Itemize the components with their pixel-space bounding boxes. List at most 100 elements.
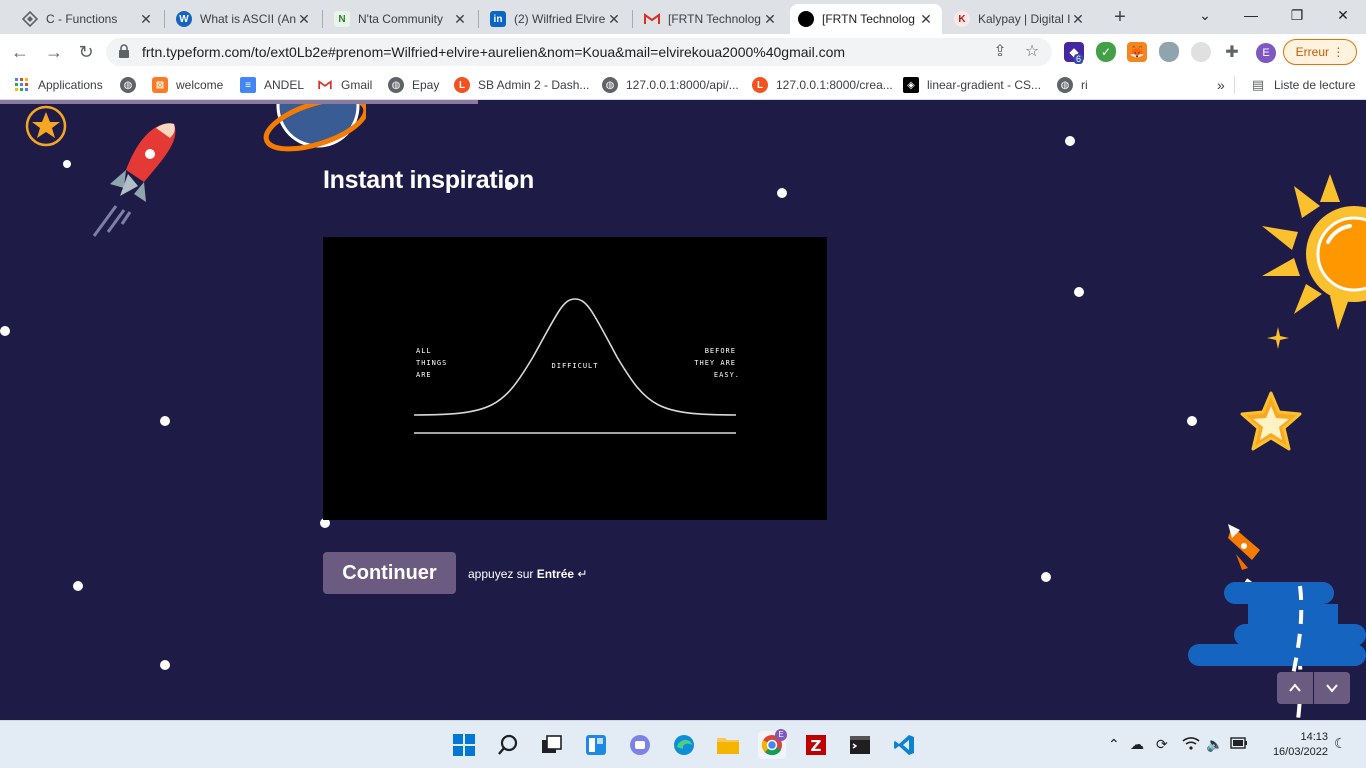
bookmark-applications[interactable]: Applications [14,76,103,94]
bookmark-divider [1234,76,1235,94]
bookmark-label: 127.0.0.1:8000/crea... [776,78,893,92]
tab-gmail-frtn[interactable]: [FRTN Technolog ✕ [636,4,786,34]
maximize-icon[interactable]: ❐ [1282,4,1312,28]
error-button[interactable]: Erreur ⋮ [1283,39,1357,65]
extensions-puzzle-icon[interactable]: ✚ [1222,42,1242,62]
tab-kalypay[interactable]: K Kalypay | Digital I ✕ [946,4,1094,34]
bookmark-epay[interactable]: ◍ Epay [388,76,439,94]
forward-icon[interactable]: → [42,40,66,64]
typeform-page: Instant inspiration ALL THINGS ARE DIFFI… [0,104,1366,720]
globe-icon: ◍ [602,77,618,93]
shield-extension-icon[interactable]: ✓ [1096,42,1116,62]
bookmark-label: 127.0.0.1:8000/api/... [626,78,739,92]
sparkle-icon [1267,327,1289,349]
tab-ascii[interactable]: W What is ASCII (An ✕ [168,4,320,34]
bookmarks-overflow-icon[interactable]: » [1217,76,1225,94]
clock-date: 16/03/2022 [1272,746,1328,758]
tray-overflow-icon[interactable]: ⌃ [1108,736,1120,753]
circle-extension-icon[interactable] [1191,42,1211,62]
tab-linkedin[interactable]: in (2) Wilfried Elvire ✕ [482,4,630,34]
codepen-icon: ◈ [903,77,919,93]
tab-divider [322,10,323,28]
bookmark-linear-gradient[interactable]: ◈ linear-gradient - CS... [903,76,1041,94]
bookmark-andel[interactable]: ≡ ANDEL [240,76,304,94]
close-tab-icon[interactable]: ✕ [918,11,934,28]
star-dot [63,160,71,168]
battery-icon[interactable] [1230,736,1248,752]
window-close-icon[interactable]: ✕ [1328,4,1358,28]
bookmark-create[interactable]: L 127.0.0.1:8000/crea... [752,76,893,94]
metamask-icon[interactable]: 🦊 [1127,42,1147,62]
reload-icon[interactable]: ↻ [74,40,98,64]
star-dot [0,326,10,336]
gmail-icon [644,11,660,27]
tab-divider [478,10,479,28]
chevron-up-icon [1289,683,1301,692]
reading-list-button[interactable]: ▤ Liste de lecture [1250,76,1356,94]
question-heading: Instant inspiration [323,166,534,194]
focus-assist-icon[interactable]: ☾ [1334,735,1347,752]
tab-c-functions[interactable]: C - Functions ✕ [14,4,162,34]
sync-icon[interactable]: ⟳ [1156,736,1168,753]
bookmark-api[interactable]: ◍ 127.0.0.1:8000/api/... [602,76,739,94]
next-question-button[interactable] [1314,672,1350,704]
terminal-icon[interactable] [846,731,874,759]
windows-start-icon[interactable] [450,731,478,759]
close-tab-icon[interactable]: ✕ [762,11,778,28]
address-bar[interactable]: frtn.typeform.com/to/ext0Lb2e#prenom=Wil… [106,38,1052,66]
minimize-icon[interactable]: — [1236,4,1266,28]
close-tab-icon[interactable]: ✕ [1070,11,1086,28]
vscode-icon[interactable] [890,731,918,759]
docs-icon: ≡ [240,77,256,93]
previous-question-button[interactable] [1277,672,1313,704]
back-icon[interactable]: ← [8,40,32,64]
sun-icon [1262,174,1366,330]
nta-icon: N [334,11,350,27]
star-dot [1187,416,1197,426]
new-tab-icon[interactable]: + [1108,6,1132,30]
close-tab-icon[interactable]: ✕ [606,11,622,28]
bookmarks-bar: Applications ◍ ⊠ welcome ≡ ANDEL Gmail ◍… [0,70,1366,100]
close-tab-icon[interactable]: ✕ [296,11,312,28]
chevron-down-icon [1326,684,1338,693]
tab-title: C - Functions [46,12,118,26]
bookmark-gmail[interactable]: Gmail [317,76,372,94]
bookmark-sb-admin[interactable]: L SB Admin 2 - Dash... [454,76,589,94]
tab-typeform-active[interactable]: [FRTN Technolog ✕ [790,4,942,34]
search-icon[interactable] [494,731,522,759]
bookmark-globe[interactable]: ◍ [120,76,144,94]
bookmark-star-icon[interactable]: ☆ [1022,42,1042,62]
clock-time: 14:13 [1300,731,1328,743]
widgets-icon[interactable] [582,731,610,759]
task-view-icon[interactable] [538,731,566,759]
wifi-icon[interactable] [1182,736,1200,753]
volume-icon[interactable]: 🔈 [1206,736,1223,753]
reading-list-label: Liste de lecture [1274,78,1356,92]
taskbar-clock[interactable]: 14:13 16/03/2022 [1256,730,1328,760]
url-text[interactable]: frtn.typeform.com/to/ext0Lb2e#prenom=Wil… [142,44,845,60]
edge-browser-icon[interactable] [670,731,698,759]
globe-icon: ◍ [1057,77,1073,93]
close-tab-icon[interactable]: ✕ [138,11,154,28]
filezilla-icon[interactable]: Z [802,731,830,759]
file-explorer-icon[interactable] [714,731,742,759]
share-icon[interactable]: ⇪ [990,42,1010,62]
bookmark-ri[interactable]: ◍ ri [1057,76,1088,94]
tab-nta-community[interactable]: N N'ta Community ✕ [326,4,476,34]
tab-search-icon[interactable]: ⌄ [1190,4,1220,28]
star-dot [73,581,83,591]
gmail-icon [317,77,333,93]
continue-button[interactable]: Continuer [323,552,456,594]
star-dot [1041,572,1051,582]
bookmark-welcome[interactable]: ⊠ welcome [152,76,223,94]
svg-text:Z: Z [811,737,822,755]
teams-chat-icon[interactable] [626,731,654,759]
close-tab-icon[interactable]: ✕ [452,11,468,28]
bookmark-label: linear-gradient - CS... [927,78,1042,92]
cloud-icon[interactable]: ☁ [1130,736,1144,753]
star-dot [160,416,170,426]
image-text-right-2: THEY ARE [694,359,736,367]
privacy-shield-icon[interactable] [1159,42,1179,62]
lock-icon[interactable] [118,44,130,63]
profile-avatar[interactable]: E [1256,43,1276,63]
